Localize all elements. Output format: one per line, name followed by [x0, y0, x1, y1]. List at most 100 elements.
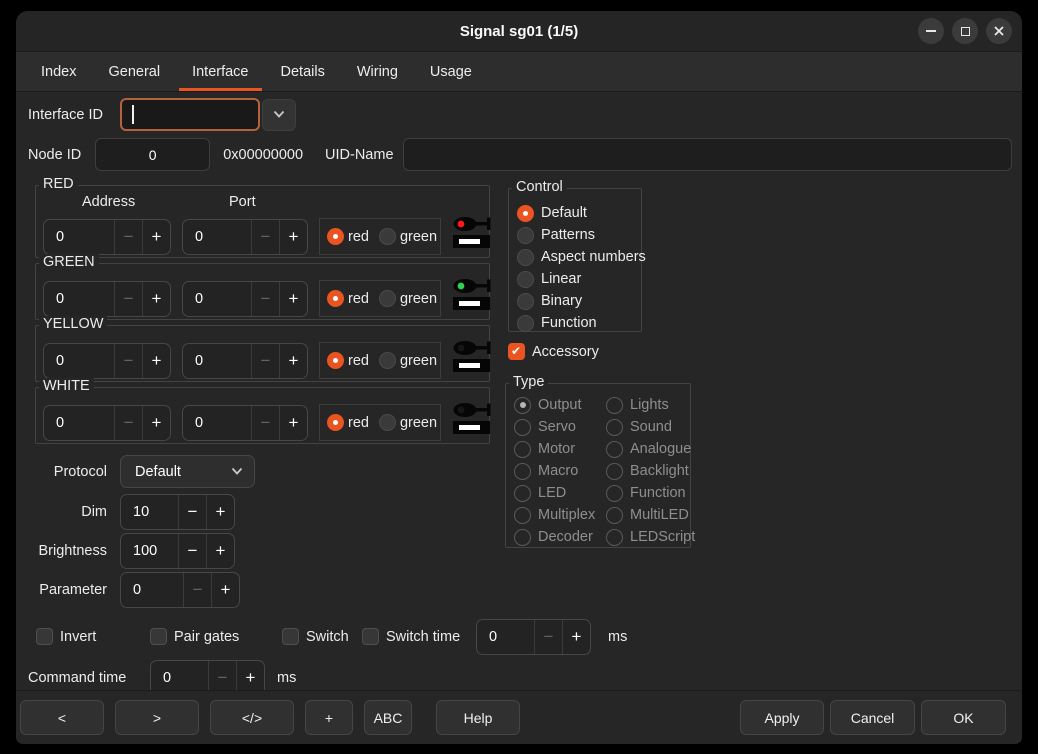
ok-button[interactable]: OK: [921, 700, 1006, 735]
tab-interface[interactable]: Interface: [179, 52, 261, 91]
yellow-polarity-green-radio[interactable]: [379, 352, 396, 369]
command-time-decrement[interactable]: −: [208, 661, 236, 690]
yellow-address-increment[interactable]: +: [142, 344, 170, 378]
control-option-default[interactable]: Default: [517, 202, 641, 224]
red-port-decrement[interactable]: −: [251, 220, 279, 254]
command-time-increment[interactable]: +: [236, 661, 264, 690]
abc-button[interactable]: ABC: [364, 700, 412, 735]
white-polarity-green-radio[interactable]: [379, 414, 396, 431]
control-option-function[interactable]: Function: [517, 312, 641, 334]
dim-decrement[interactable]: −: [178, 495, 206, 529]
radio-icon: [606, 529, 623, 546]
code-button[interactable]: </>: [210, 700, 294, 735]
tab-usage[interactable]: Usage: [417, 52, 485, 91]
red-polarity-green-label[interactable]: green: [400, 229, 437, 245]
green-polarity-green-radio[interactable]: [379, 290, 396, 307]
red-address-increment[interactable]: +: [142, 220, 170, 254]
yellow-address-value[interactable]: 0: [44, 344, 114, 378]
invert-label[interactable]: Invert: [60, 629, 96, 645]
red-polarity-red-radio[interactable]: [327, 228, 344, 245]
green-port-value[interactable]: 0: [183, 282, 251, 316]
red-address-decrement[interactable]: −: [114, 220, 142, 254]
cancel-button[interactable]: Cancel: [830, 700, 915, 735]
switch-time-increment[interactable]: +: [562, 620, 590, 654]
green-address-increment[interactable]: +: [142, 282, 170, 316]
protocol-dropdown[interactable]: Default: [120, 455, 255, 488]
close-icon: [993, 25, 1005, 37]
next-button[interactable]: >: [115, 700, 199, 735]
brightness-increment[interactable]: +: [206, 534, 234, 568]
brightness-decrement[interactable]: −: [178, 534, 206, 568]
yellow-polarity-red-label[interactable]: red: [348, 353, 369, 369]
command-time-value[interactable]: 0: [151, 661, 208, 690]
dim-increment[interactable]: +: [206, 495, 234, 529]
accessory-checkbox[interactable]: [508, 343, 525, 360]
white-polarity-red-label[interactable]: red: [348, 415, 369, 431]
switch-time-decrement[interactable]: −: [534, 620, 562, 654]
previous-button[interactable]: <: [20, 700, 104, 735]
red-polarity-green-radio[interactable]: [379, 228, 396, 245]
node-id-input[interactable]: 0: [95, 138, 210, 171]
yellow-port-increment[interactable]: +: [279, 344, 307, 378]
yellow-channel-group: YELLOW 0 − + 0 − + red green: [35, 325, 490, 382]
add-button[interactable]: +: [305, 700, 353, 735]
green-polarity-green-label[interactable]: green: [400, 291, 437, 307]
white-polarity-red-radio[interactable]: [327, 414, 344, 431]
white-port-increment[interactable]: +: [279, 406, 307, 440]
white-address-decrement[interactable]: −: [114, 406, 142, 440]
minimize-button[interactable]: [918, 18, 944, 44]
white-polarity-green-label[interactable]: green: [400, 415, 437, 431]
switch-checkbox[interactable]: [282, 628, 299, 645]
parameter-increment[interactable]: +: [211, 573, 239, 607]
tab-general[interactable]: General: [95, 52, 173, 91]
interface-id-input[interactable]: [120, 98, 260, 131]
help-button[interactable]: Help: [436, 700, 520, 735]
control-option-aspect-numbers[interactable]: Aspect numbers: [517, 246, 641, 268]
white-port-value[interactable]: 0: [183, 406, 251, 440]
green-polarity-red-label[interactable]: red: [348, 291, 369, 307]
switch-time-label[interactable]: Switch time: [386, 629, 460, 645]
red-port-increment[interactable]: +: [279, 220, 307, 254]
radio-icon: [606, 397, 623, 414]
close-button[interactable]: [986, 18, 1012, 44]
accessory-label[interactable]: Accessory: [532, 344, 599, 360]
white-address-value[interactable]: 0: [44, 406, 114, 440]
apply-button[interactable]: Apply: [740, 700, 824, 735]
control-option-binary[interactable]: Binary: [517, 290, 641, 312]
control-option-linear[interactable]: Linear: [517, 268, 641, 290]
white-address-increment[interactable]: +: [142, 406, 170, 440]
green-port-decrement[interactable]: −: [251, 282, 279, 316]
invert-checkbox[interactable]: [36, 628, 53, 645]
dim-row: Dim 10 − +: [28, 494, 235, 530]
red-port-value[interactable]: 0: [183, 220, 251, 254]
radio-icon: [606, 485, 623, 502]
interface-id-dropdown-button[interactable]: [262, 99, 296, 131]
maximize-button[interactable]: [952, 18, 978, 44]
tab-wiring[interactable]: Wiring: [344, 52, 411, 91]
uid-name-input[interactable]: [403, 138, 1012, 171]
parameter-value[interactable]: 0: [121, 573, 183, 607]
green-port-increment[interactable]: +: [279, 282, 307, 316]
pair-gates-checkbox[interactable]: [150, 628, 167, 645]
switch-time-value[interactable]: 0: [477, 620, 534, 654]
green-address-decrement[interactable]: −: [114, 282, 142, 316]
switch-time-checkbox[interactable]: [362, 628, 379, 645]
yellow-address-decrement[interactable]: −: [114, 344, 142, 378]
switch-label[interactable]: Switch: [306, 629, 349, 645]
green-address-value[interactable]: 0: [44, 282, 114, 316]
yellow-polarity-green-label[interactable]: green: [400, 353, 437, 369]
parameter-decrement[interactable]: −: [183, 573, 211, 607]
yellow-polarity-red-radio[interactable]: [327, 352, 344, 369]
green-polarity-red-radio[interactable]: [327, 290, 344, 307]
white-port-decrement[interactable]: −: [251, 406, 279, 440]
pair-gates-label[interactable]: Pair gates: [174, 629, 239, 645]
red-address-value[interactable]: 0: [44, 220, 114, 254]
yellow-port-value[interactable]: 0: [183, 344, 251, 378]
tab-index[interactable]: Index: [28, 52, 89, 91]
red-polarity-red-label[interactable]: red: [348, 229, 369, 245]
dim-value[interactable]: 10: [121, 495, 178, 529]
tab-details[interactable]: Details: [268, 52, 338, 91]
control-option-patterns[interactable]: Patterns: [517, 224, 641, 246]
brightness-value[interactable]: 100: [121, 534, 178, 568]
yellow-port-decrement[interactable]: −: [251, 344, 279, 378]
